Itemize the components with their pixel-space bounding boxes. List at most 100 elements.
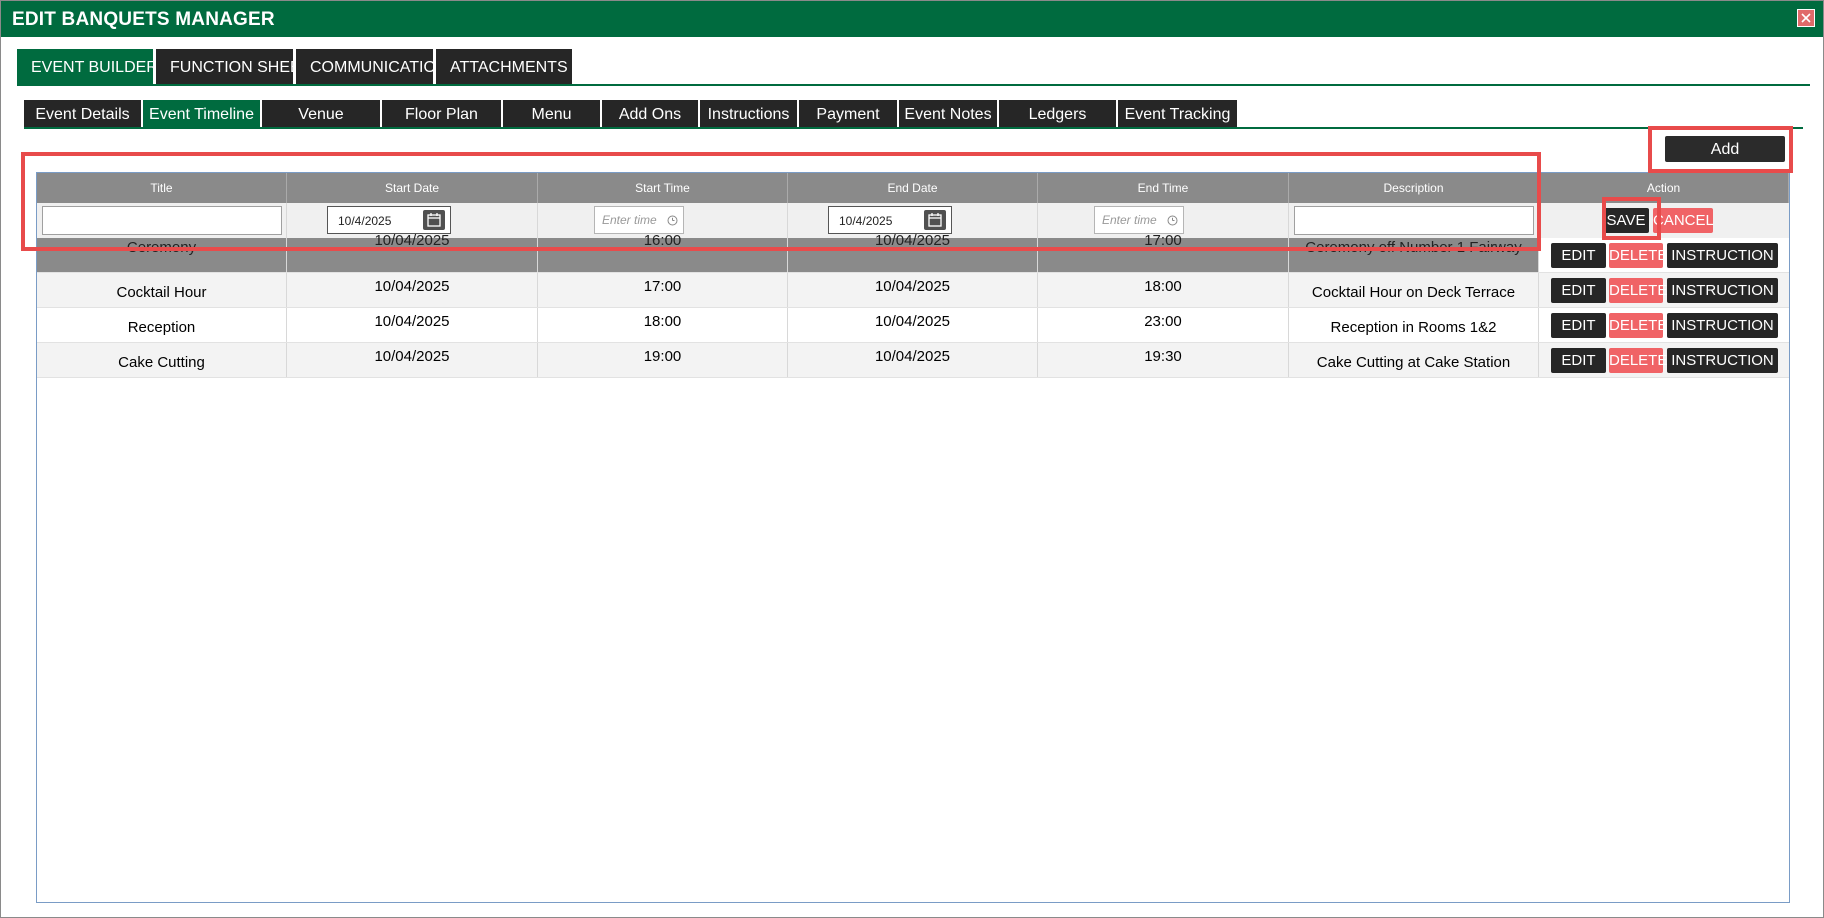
row-start-time: 18:00 [643, 313, 682, 330]
row-start-date-cell: 10/04/2025 [287, 232, 538, 272]
column-header-end-time[interactable]: End Time [1038, 173, 1289, 203]
tab-event-notes[interactable]: Event Notes [899, 100, 997, 128]
edit-button[interactable]: EDIT [1551, 313, 1606, 338]
end-time-placeholder: Enter time [1102, 213, 1157, 227]
delete-button[interactable]: DELETE [1609, 243, 1667, 268]
row-title-cell: Ceremony [37, 238, 287, 272]
row-action-cell: EDIT DELETE INSTRUCTION [1539, 238, 1789, 272]
row-end-time: 19:30 [1144, 348, 1182, 365]
row-end-date: 10/04/2025 [874, 313, 951, 330]
row-action-cell: EDIT DELETE INSTRUCTION [1539, 343, 1789, 377]
end-date-value: 10/4/2025 [839, 214, 893, 228]
row-start-time: 19:00 [643, 348, 682, 365]
instruction-button[interactable]: INSTRUCTION [1667, 313, 1778, 338]
end-date-picker[interactable]: 10/4/2025 [828, 206, 952, 234]
tab-attachments[interactable]: ATTACHMENTS [436, 49, 572, 85]
column-header-title[interactable]: Title [37, 173, 287, 203]
row-end-date-cell: 10/04/2025 [788, 343, 1038, 377]
description-input[interactable] [1294, 206, 1534, 235]
tab-event-builder[interactable]: EVENT BUILDER [17, 49, 158, 85]
row-start-date: 10/04/2025 [374, 348, 450, 365]
row-title: Cake Cutting [118, 354, 205, 371]
calendar-icon[interactable] [924, 210, 946, 230]
row-start-date-cell: 10/04/2025 [287, 343, 538, 377]
delete-button[interactable]: DELETE [1609, 313, 1667, 338]
table-row[interactable]: Cake Cutting 10/04/2025 19:00 10/04/2025… [37, 343, 1789, 378]
timeline-grid: Title Start Date Start Time End Date End… [36, 172, 1790, 903]
row-end-date-cell: 10/04/2025 [788, 273, 1038, 307]
calendar-icon[interactable] [423, 210, 445, 230]
tab-event-details[interactable]: Event Details [24, 100, 141, 128]
row-title: Ceremony [126, 239, 197, 256]
instruction-button[interactable]: INSTRUCTION [1667, 243, 1778, 268]
column-header-description[interactable]: Description [1289, 173, 1539, 203]
row-description: Cocktail Hour on Deck Terrace [1311, 284, 1516, 301]
close-icon [1801, 13, 1811, 23]
end-time-input[interactable]: Enter time [1094, 206, 1184, 234]
tab-floor-plan[interactable]: Floor Plan [382, 100, 501, 128]
row-end-date: 10/04/2025 [874, 278, 951, 295]
add-button[interactable]: Add [1665, 136, 1785, 162]
tab-instructions[interactable]: Instructions [700, 100, 797, 128]
row-title-cell: Cocktail Hour [37, 273, 287, 307]
row-description-cell: Ceremony off Number 1 Fairway [1289, 238, 1539, 272]
row-title-cell: Cake Cutting [37, 343, 287, 377]
edit-description-cell [1289, 203, 1539, 238]
window-title: EDIT BANQUETS MANAGER [12, 9, 275, 30]
close-button[interactable] [1797, 9, 1815, 27]
row-description-cell: Cake Cutting at Cake Station [1289, 343, 1539, 377]
start-date-picker[interactable]: 10/4/2025 [327, 206, 451, 234]
row-start-date-cell: 10/04/2025 [287, 273, 538, 307]
row-end-date: 10/04/2025 [874, 348, 951, 365]
row-start-time-cell: 16:00 [538, 232, 788, 272]
tab-venue[interactable]: Venue [262, 100, 380, 128]
table-row[interactable]: Ceremony 10/04/2025 16:00 10/04/2025 17:… [37, 232, 1789, 273]
cancel-button[interactable]: CANCEL [1653, 208, 1714, 233]
title-bar: EDIT BANQUETS MANAGER [1, 1, 1823, 37]
tab-menu[interactable]: Menu [503, 100, 600, 128]
edit-button[interactable]: EDIT [1551, 278, 1606, 303]
delete-button[interactable]: DELETE [1609, 278, 1667, 303]
tab-event-timeline[interactable]: Event Timeline [143, 100, 260, 128]
table-row[interactable]: Reception 10/04/2025 18:00 10/04/2025 23… [37, 308, 1789, 343]
row-end-date-cell: 10/04/2025 [788, 308, 1038, 342]
row-end-date: 10/04/2025 [874, 232, 951, 249]
start-time-input[interactable]: Enter time [594, 206, 684, 234]
tab-payment[interactable]: Payment [799, 100, 897, 128]
row-start-time-cell: 17:00 [538, 273, 788, 307]
clock-icon [667, 215, 678, 226]
column-header-action: Action [1539, 173, 1789, 203]
row-start-date: 10/04/2025 [374, 232, 450, 249]
sub-tab-bar: Event Details Event Timeline Venue Floor… [24, 100, 1239, 128]
title-input[interactable] [42, 206, 282, 235]
main-tab-underline [17, 84, 1810, 86]
row-description-cell: Cocktail Hour on Deck Terrace [1289, 273, 1539, 307]
tab-add-ons[interactable]: Add Ons [602, 100, 698, 128]
instruction-button[interactable]: INSTRUCTION [1667, 278, 1778, 303]
delete-button[interactable]: DELETE [1609, 348, 1667, 373]
row-action-cell: EDIT DELETE INSTRUCTION [1539, 273, 1789, 307]
column-header-start-date[interactable]: Start Date [287, 173, 538, 203]
row-start-date-cell: 10/04/2025 [287, 308, 538, 342]
column-header-start-time[interactable]: Start Time [538, 173, 788, 203]
tab-event-tracking[interactable]: Event Tracking [1118, 100, 1237, 128]
edit-button[interactable]: EDIT [1551, 243, 1606, 268]
save-button[interactable]: SAVE [1603, 208, 1649, 233]
instruction-button[interactable]: INSTRUCTION [1667, 348, 1778, 373]
row-description: Reception in Rooms 1&2 [1330, 319, 1497, 336]
row-end-time-cell: 23:00 [1038, 308, 1289, 342]
tab-ledgers[interactable]: Ledgers [999, 100, 1116, 128]
main-tab-bar: EVENT BUILDER FUNCTION SHEET COMMUNICATI… [17, 49, 575, 85]
start-date-value: 10/4/2025 [338, 214, 392, 228]
tab-communication[interactable]: COMMUNICATION [296, 49, 447, 85]
row-start-time-cell: 19:00 [538, 343, 788, 377]
row-description: Ceremony off Number 1 Fairway [1305, 239, 1522, 256]
edit-button[interactable]: EDIT [1551, 348, 1606, 373]
row-end-time-cell: 18:00 [1038, 273, 1289, 307]
grid-header-row: Title Start Date Start Time End Date End… [37, 173, 1789, 203]
column-header-end-date[interactable]: End Date [788, 173, 1038, 203]
table-row[interactable]: Cocktail Hour 10/04/2025 17:00 10/04/202… [37, 273, 1789, 308]
tab-function-sheet[interactable]: FUNCTION SHEET [156, 49, 310, 85]
clock-icon [1167, 215, 1178, 226]
sub-tab-underline [24, 127, 1803, 129]
